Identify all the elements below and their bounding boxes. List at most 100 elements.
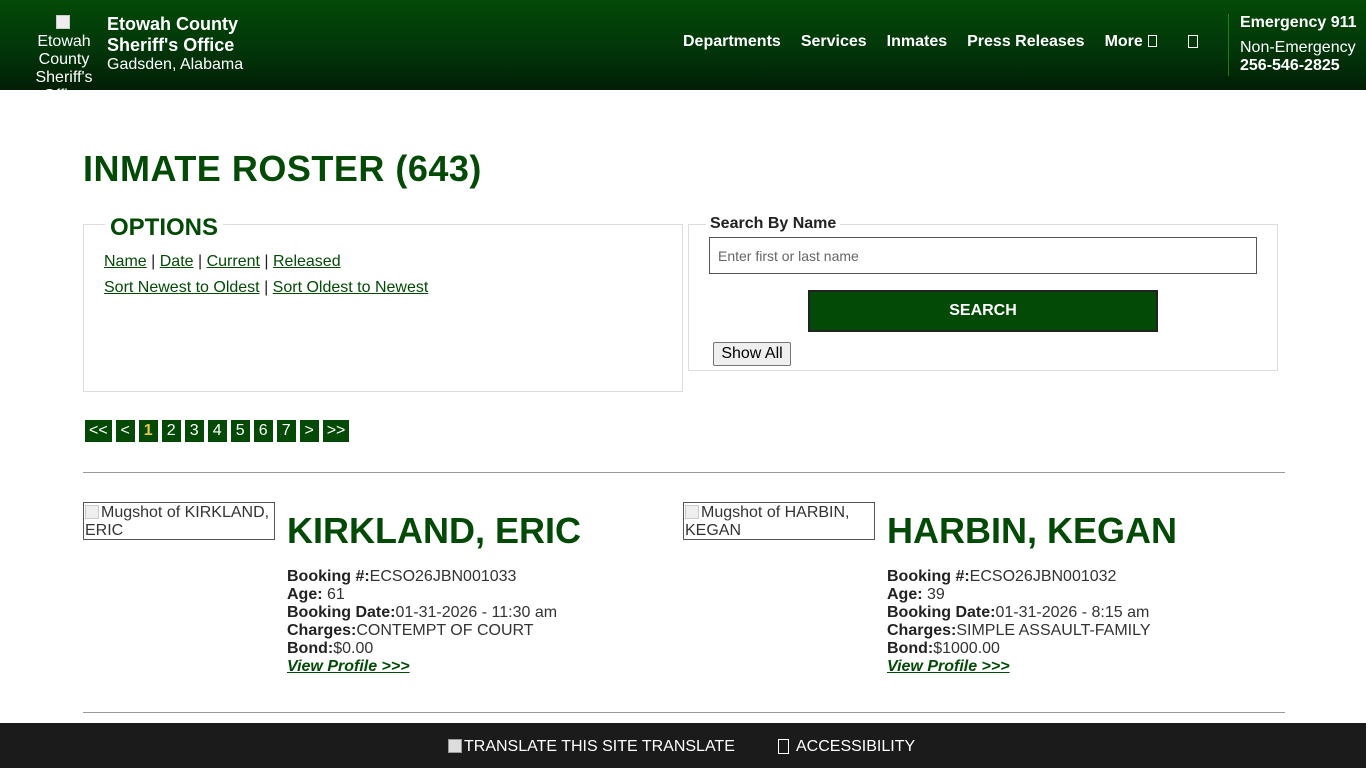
age-value: 39 (927, 586, 945, 603)
footer-bar: TRANSLATE THIS SITE TRANSLATE ACCESSIBIL… (0, 723, 1366, 768)
bond-label: Bond: (287, 640, 334, 657)
charges-label: Charges: (887, 622, 957, 639)
nav-press-releases[interactable]: Press Releases (967, 33, 1084, 51)
charges-value: CONTEMPT OF COURT (356, 622, 534, 639)
main-nav: Departments Services Inmates Press Relea… (683, 33, 1177, 51)
search-icon[interactable] (1188, 35, 1198, 48)
age-label: Age: (887, 586, 923, 603)
page-1[interactable]: 1 (138, 420, 158, 442)
sort-date-link[interactable]: Date (160, 253, 194, 270)
booking-date-row: Booking Date:01-31-2026 - 8:15 am (887, 604, 1151, 622)
translate-button[interactable]: TRANSLATE THIS SITE TRANSLATE (448, 738, 735, 756)
site-name-line2: Sheriff's Office (107, 35, 235, 55)
divider (83, 712, 1285, 713)
options-legend: OPTIONS (105, 214, 224, 242)
booking-label: Booking #: (887, 568, 970, 585)
logo-image[interactable]: Etowah County Sheriff's Office (30, 15, 98, 90)
age-row: Age: 39 (887, 586, 1151, 604)
age-row: Age: 61 (287, 586, 557, 604)
mugshot-image[interactable]: Mugshot of HARBIN, KEGAN (683, 502, 875, 540)
bond-value: $1000.00 (933, 640, 1000, 657)
nav-departments[interactable]: Departments (683, 33, 781, 51)
chevron-down-icon (1147, 35, 1157, 47)
sort-oldest-link[interactable]: Sort Oldest to Newest (273, 279, 429, 296)
pagination: << < 1 2 3 4 5 6 7 > >> (85, 420, 350, 442)
bond-row: Bond:$1000.00 (887, 640, 1151, 658)
broken-image-icon (85, 505, 99, 519)
sort-name-link[interactable]: Name (104, 253, 147, 270)
page-3[interactable]: 3 (184, 420, 204, 442)
view-profile-link[interactable]: View Profile >>> (287, 658, 410, 675)
site-header: Etowah County Sheriff's Office Etowah Co… (0, 0, 1366, 90)
broken-image-icon (685, 505, 699, 519)
accessibility-label: ACCESSIBILITY (796, 738, 916, 755)
page-last[interactable]: >> (322, 420, 350, 442)
show-all-button[interactable]: Show All (713, 342, 791, 366)
page-4[interactable]: 4 (207, 420, 227, 442)
search-legend: Search By Name (706, 215, 841, 233)
nav-more[interactable]: More (1105, 33, 1157, 51)
sort-newest-link[interactable]: Sort Newest to Oldest (104, 279, 260, 296)
page-title: INMATE ROSTER (643) (83, 148, 482, 189)
bond-label: Bond: (887, 640, 934, 657)
booking-row: Booking #:ECSO26JBN001032 (887, 568, 1151, 586)
sort-order-links: Sort Newest to Oldest | Sort Oldest to N… (104, 279, 429, 296)
broken-image-icon (56, 15, 70, 29)
inmate-name: KIRKLAND, ERIC (287, 510, 581, 551)
page-first[interactable]: << (85, 420, 112, 442)
booking-date-label: Booking Date: (287, 604, 396, 621)
page-6[interactable]: 6 (253, 420, 273, 442)
charges-row: Charges:CONTEMPT OF COURT (287, 622, 557, 640)
site-location: Gadsden, Alabama (107, 56, 244, 73)
inmate-card: Mugshot of KIRKLAND, ERIC KIRKLAND, ERIC… (83, 502, 683, 702)
divider (83, 472, 1285, 473)
logo-alt-text: Etowah County Sheriff's Office (35, 33, 93, 90)
page-2[interactable]: 2 (161, 420, 181, 442)
nav-inmates[interactable]: Inmates (887, 33, 947, 51)
charges-value: SIMPLE ASSAULT-FAMILY (956, 622, 1151, 639)
broken-image-icon (448, 739, 462, 753)
booking-number: ECSO26JBN001032 (969, 568, 1117, 585)
filter-current-link[interactable]: Current (207, 253, 260, 270)
accessibility-button[interactable]: ACCESSIBILITY (778, 738, 915, 756)
site-name-line1: Etowah County (107, 14, 238, 34)
page-next[interactable]: > (299, 420, 319, 442)
bond-row: Bond:$0.00 (287, 640, 557, 658)
translate-label: TRANSLATE THIS SITE TRANSLATE (464, 738, 735, 755)
booking-date-label: Booking Date: (887, 604, 996, 621)
site-name[interactable]: Etowah County Sheriff's Office (107, 14, 238, 56)
charges-row: Charges:SIMPLE ASSAULT-FAMILY (887, 622, 1151, 640)
non-emergency-label: Non-Emergency (1240, 39, 1356, 56)
nav-more-label: More (1104, 33, 1143, 50)
inmate-details: Booking #:ECSO26JBN001033 Age: 61 Bookin… (287, 568, 557, 676)
mugshot-alt-text: Mugshot of KIRKLAND, ERIC (85, 504, 270, 539)
non-emergency-number[interactable]: 256-546-2825 (1240, 57, 1340, 75)
view-profile-link[interactable]: View Profile >>> (887, 658, 1010, 675)
emergency-number[interactable]: Emergency 911 (1240, 14, 1357, 32)
filter-released-link[interactable]: Released (273, 253, 341, 270)
booking-date-value: 01-31-2026 - 8:15 am (995, 604, 1150, 621)
search-name-input[interactable] (709, 237, 1257, 274)
page-7[interactable]: 7 (276, 420, 296, 442)
mugshot-image[interactable]: Mugshot of KIRKLAND, ERIC (83, 502, 275, 540)
page-5[interactable]: 5 (230, 420, 250, 442)
inmate-details: Booking #:ECSO26JBN001032 Age: 39 Bookin… (887, 568, 1151, 676)
accessibility-icon (778, 739, 789, 754)
inmate-name: HARBIN, KEGAN (887, 510, 1178, 551)
booking-date-row: Booking Date:01-31-2026 - 11:30 am (287, 604, 557, 622)
options-panel (83, 224, 683, 392)
charges-label: Charges: (287, 622, 357, 639)
header-divider (1228, 14, 1229, 76)
booking-label: Booking #: (287, 568, 370, 585)
nav-services[interactable]: Services (801, 33, 867, 51)
sort-by-links: Name | Date | Current | Released (104, 253, 341, 270)
search-button[interactable]: SEARCH (808, 290, 1158, 332)
booking-row: Booking #:ECSO26JBN001033 (287, 568, 557, 586)
bond-value: $0.00 (333, 640, 374, 657)
booking-number: ECSO26JBN001033 (369, 568, 517, 585)
age-label: Age: (287, 586, 323, 603)
page-prev[interactable]: < (115, 420, 135, 442)
booking-date-value: 01-31-2026 - 11:30 am (395, 604, 558, 621)
inmate-card: Mugshot of HARBIN, KEGAN HARBIN, KEGAN B… (683, 502, 1283, 702)
mugshot-alt-text: Mugshot of HARBIN, KEGAN (685, 504, 850, 539)
